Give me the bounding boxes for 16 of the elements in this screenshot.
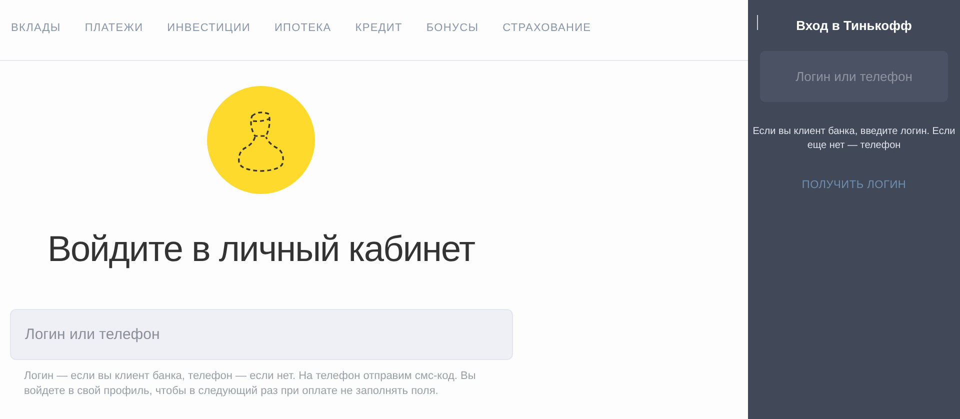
nav-link[interactable]: СТРАХОВАНИЕ [502, 20, 592, 36]
text-cursor [757, 15, 758, 30]
nav-link[interactable]: ИНВЕСТИЦИИ [167, 20, 250, 36]
login-field[interactable]: Логин или телефон [10, 309, 513, 360]
login-field[interactable]: Логин или телефон [760, 50, 948, 102]
nav-link[interactable]: ПЛАТЕЖИ [84, 20, 144, 36]
panel-hint: Если вы клиент банка, введите логин. Если еще нет — телефон [752, 124, 956, 152]
nav-link[interactable]: ВКЛАДЫ [11, 20, 61, 36]
nav-link[interactable]: БОНУСЫ [426, 20, 479, 36]
nav-link[interactable]: КРЕДИТ [355, 20, 402, 36]
user-icon [207, 86, 315, 194]
page-heading: Войдите в личный кабинет [47, 227, 475, 271]
get-login-link[interactable]: ПОЛУЧИТЬ ЛОГИН [802, 176, 906, 193]
panel-title: Вход в Тинькофф [796, 17, 912, 35]
nav-link[interactable]: ИПОТЕКА [274, 20, 332, 36]
login-hint: Логин — если вы клиент банка, телефон — если нет. На телефон отправим смс-код. Вы войдете в свой профиль, чтобы в следующий раз при оплате не заполнять поля. [24, 369, 477, 399]
